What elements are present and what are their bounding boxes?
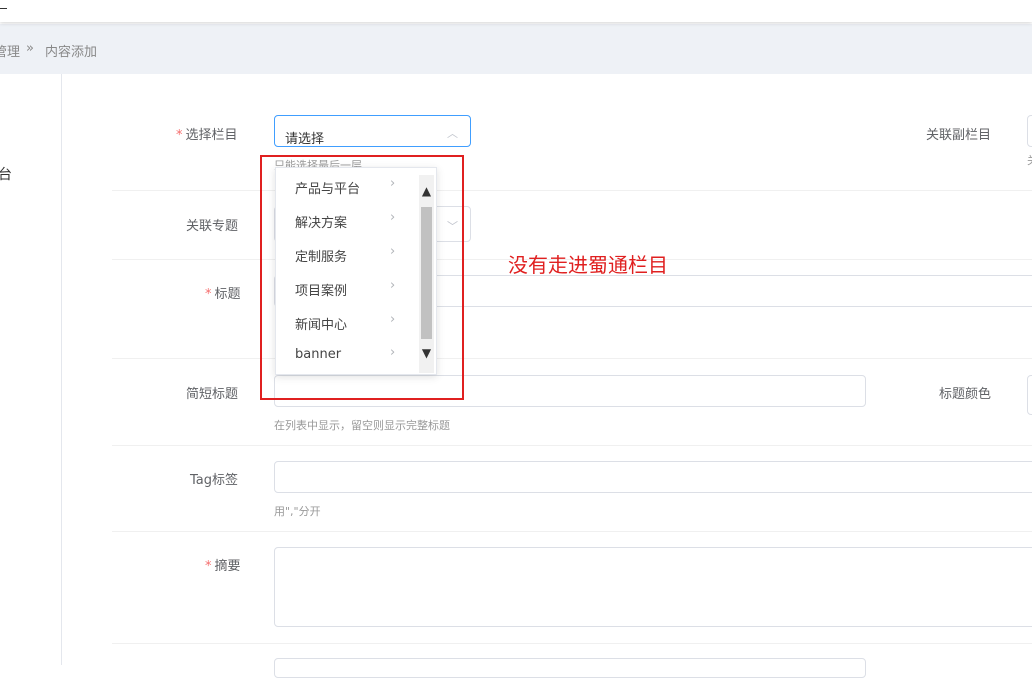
menu-fragment[interactable] — [0, 8, 7, 9]
chevron-up-icon: ︿ — [447, 127, 458, 140]
tags-input[interactable] — [274, 461, 1032, 493]
breadcrumb-separator: » — [26, 41, 34, 56]
short-title-hint: 在列表中显示，留空则显示完整标题 — [274, 419, 450, 432]
column-label: * 选择栏目 — [176, 128, 238, 143]
breadcrumb-current: 内容添加 — [45, 45, 98, 60]
breadcrumb: 管理 » 内容添加 — [0, 24, 1032, 74]
row-divider — [112, 358, 1032, 359]
annotation-text: 没有走进蜀通栏目 — [508, 253, 668, 277]
title-label: * 标题 — [205, 287, 241, 302]
sidebar: 台 — [0, 74, 62, 665]
row-divider — [112, 531, 1032, 532]
required-star: * — [205, 559, 212, 574]
sub-column-label: 关联副栏目 — [926, 128, 992, 143]
title-color-label: 标题颜色 — [939, 387, 992, 402]
row-divider — [112, 643, 1032, 644]
topic-label: 关联专题 — [186, 219, 239, 234]
row-divider — [112, 445, 1032, 446]
required-star: * — [205, 287, 212, 302]
tags-hint: 用","分开 — [274, 505, 321, 518]
short-title-label: 简短标题 — [186, 387, 239, 402]
required-star: * — [176, 128, 183, 143]
summary-textarea[interactable] — [274, 547, 1032, 627]
annotation-box — [260, 155, 464, 400]
breadcrumb-parent[interactable]: 管理 — [0, 41, 20, 60]
sidebar-item-label[interactable]: 台 — [0, 164, 12, 184]
top-bar — [0, 0, 1032, 22]
row-divider — [112, 190, 1032, 191]
column-select[interactable]: 请选择 ︿ — [274, 115, 471, 147]
title-color-picker[interactable] — [1027, 375, 1032, 415]
next-field-input[interactable] — [274, 658, 866, 678]
column-select-value: 请选择 — [285, 132, 325, 147]
summary-label: * 摘要 — [205, 559, 241, 574]
sub-column-select[interactable] — [1027, 115, 1032, 147]
sub-column-hint: 关 — [1027, 152, 1032, 168]
tags-label: Tag标签 — [190, 473, 239, 488]
